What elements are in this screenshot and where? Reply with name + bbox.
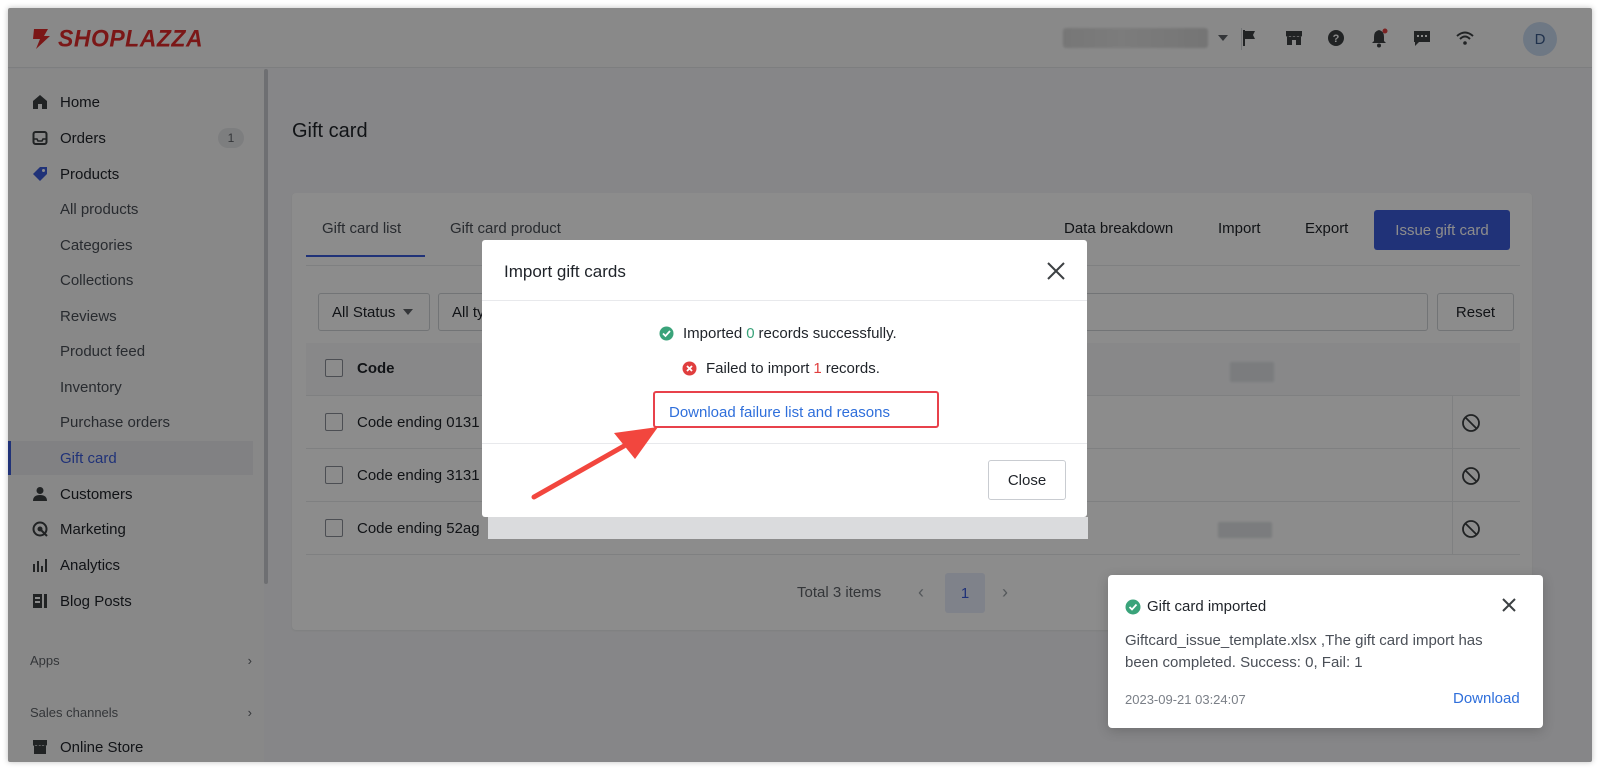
toast-download-link[interactable]: Download (1453, 690, 1520, 707)
toast-title: Gift card imported (1125, 598, 1266, 615)
app-window: SHOPLAZZA ? D Home Orders 1 Products All… (8, 8, 1592, 762)
check-circle-icon (1125, 599, 1141, 614)
toast-message: Giftcard_issue_template.xlsx ,The gift c… (1125, 632, 1483, 671)
toast-timestamp: 2023-09-21 03:24:07 (1125, 692, 1246, 707)
close-icon[interactable] (1500, 596, 1520, 616)
import-notification-toast: Gift card imported Giftcard_issue_templa… (1108, 575, 1543, 728)
toast-title-text: Gift card imported (1147, 598, 1267, 615)
